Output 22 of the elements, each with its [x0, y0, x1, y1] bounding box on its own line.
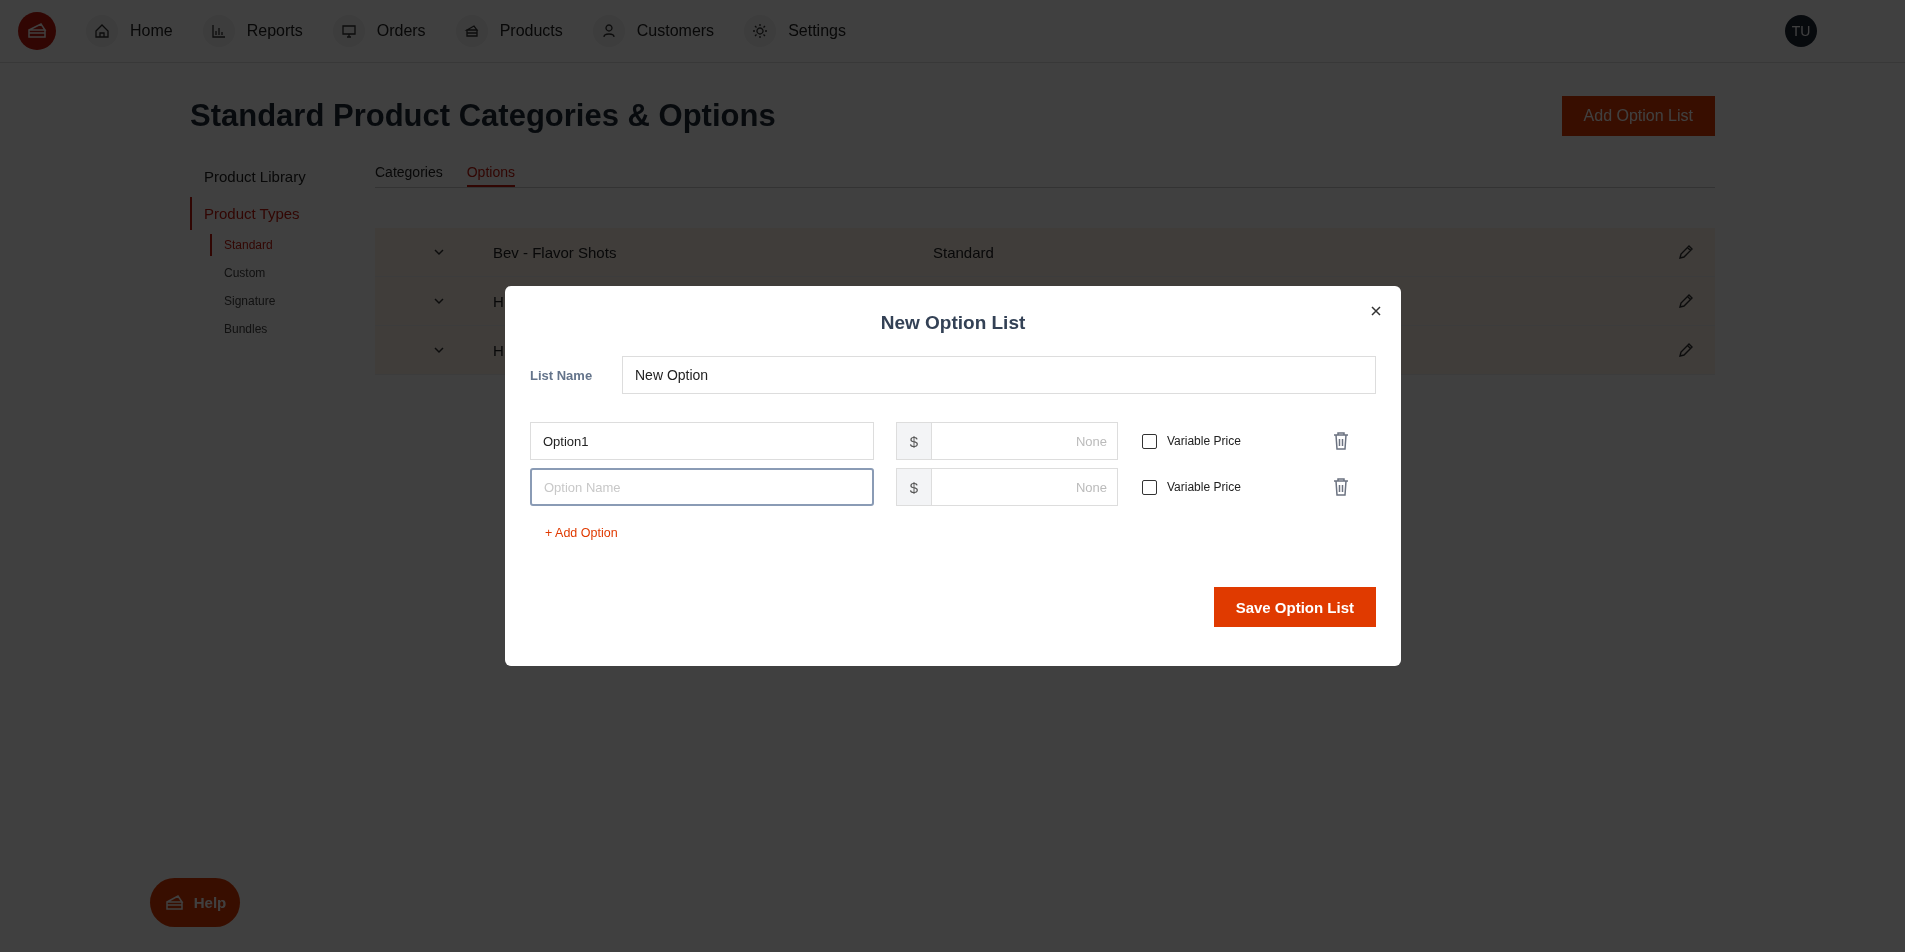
checkbox[interactable]: [1142, 433, 1157, 449]
field-label: List Name: [530, 367, 594, 383]
currency-label: $: [897, 469, 932, 505]
table-cell: Standard: [933, 243, 994, 261]
table-cell-text: H: [493, 341, 505, 359]
trash-icon[interactable]: [1332, 477, 1350, 497]
option-name-input[interactable]: Option1: [530, 422, 874, 460]
checkbox-label: Variable Price: [1167, 434, 1241, 448]
add-option-link[interactable]: + Add Option: [545, 526, 618, 540]
currency-label: $: [897, 423, 932, 459]
save-option-list-button[interactable]: Save Option List: [1213, 587, 1376, 627]
table-cell-text: Bev - Flavor Shots: [493, 243, 618, 261]
price-field[interactable]: $ None: [896, 468, 1118, 506]
modal-title: New Option List: [879, 312, 1027, 334]
close-icon[interactable]: [1370, 305, 1382, 317]
page-title: Standard Product Categories & Options: [190, 98, 776, 134]
list-name-input[interactable]: New Option: [622, 356, 1376, 394]
trash-icon[interactable]: [1332, 431, 1350, 451]
table-cell-text: H: [493, 292, 505, 310]
checkbox-label: Variable Price: [1167, 480, 1241, 494]
price-field[interactable]: $ None: [896, 422, 1118, 460]
checkbox[interactable]: [1142, 479, 1157, 495]
